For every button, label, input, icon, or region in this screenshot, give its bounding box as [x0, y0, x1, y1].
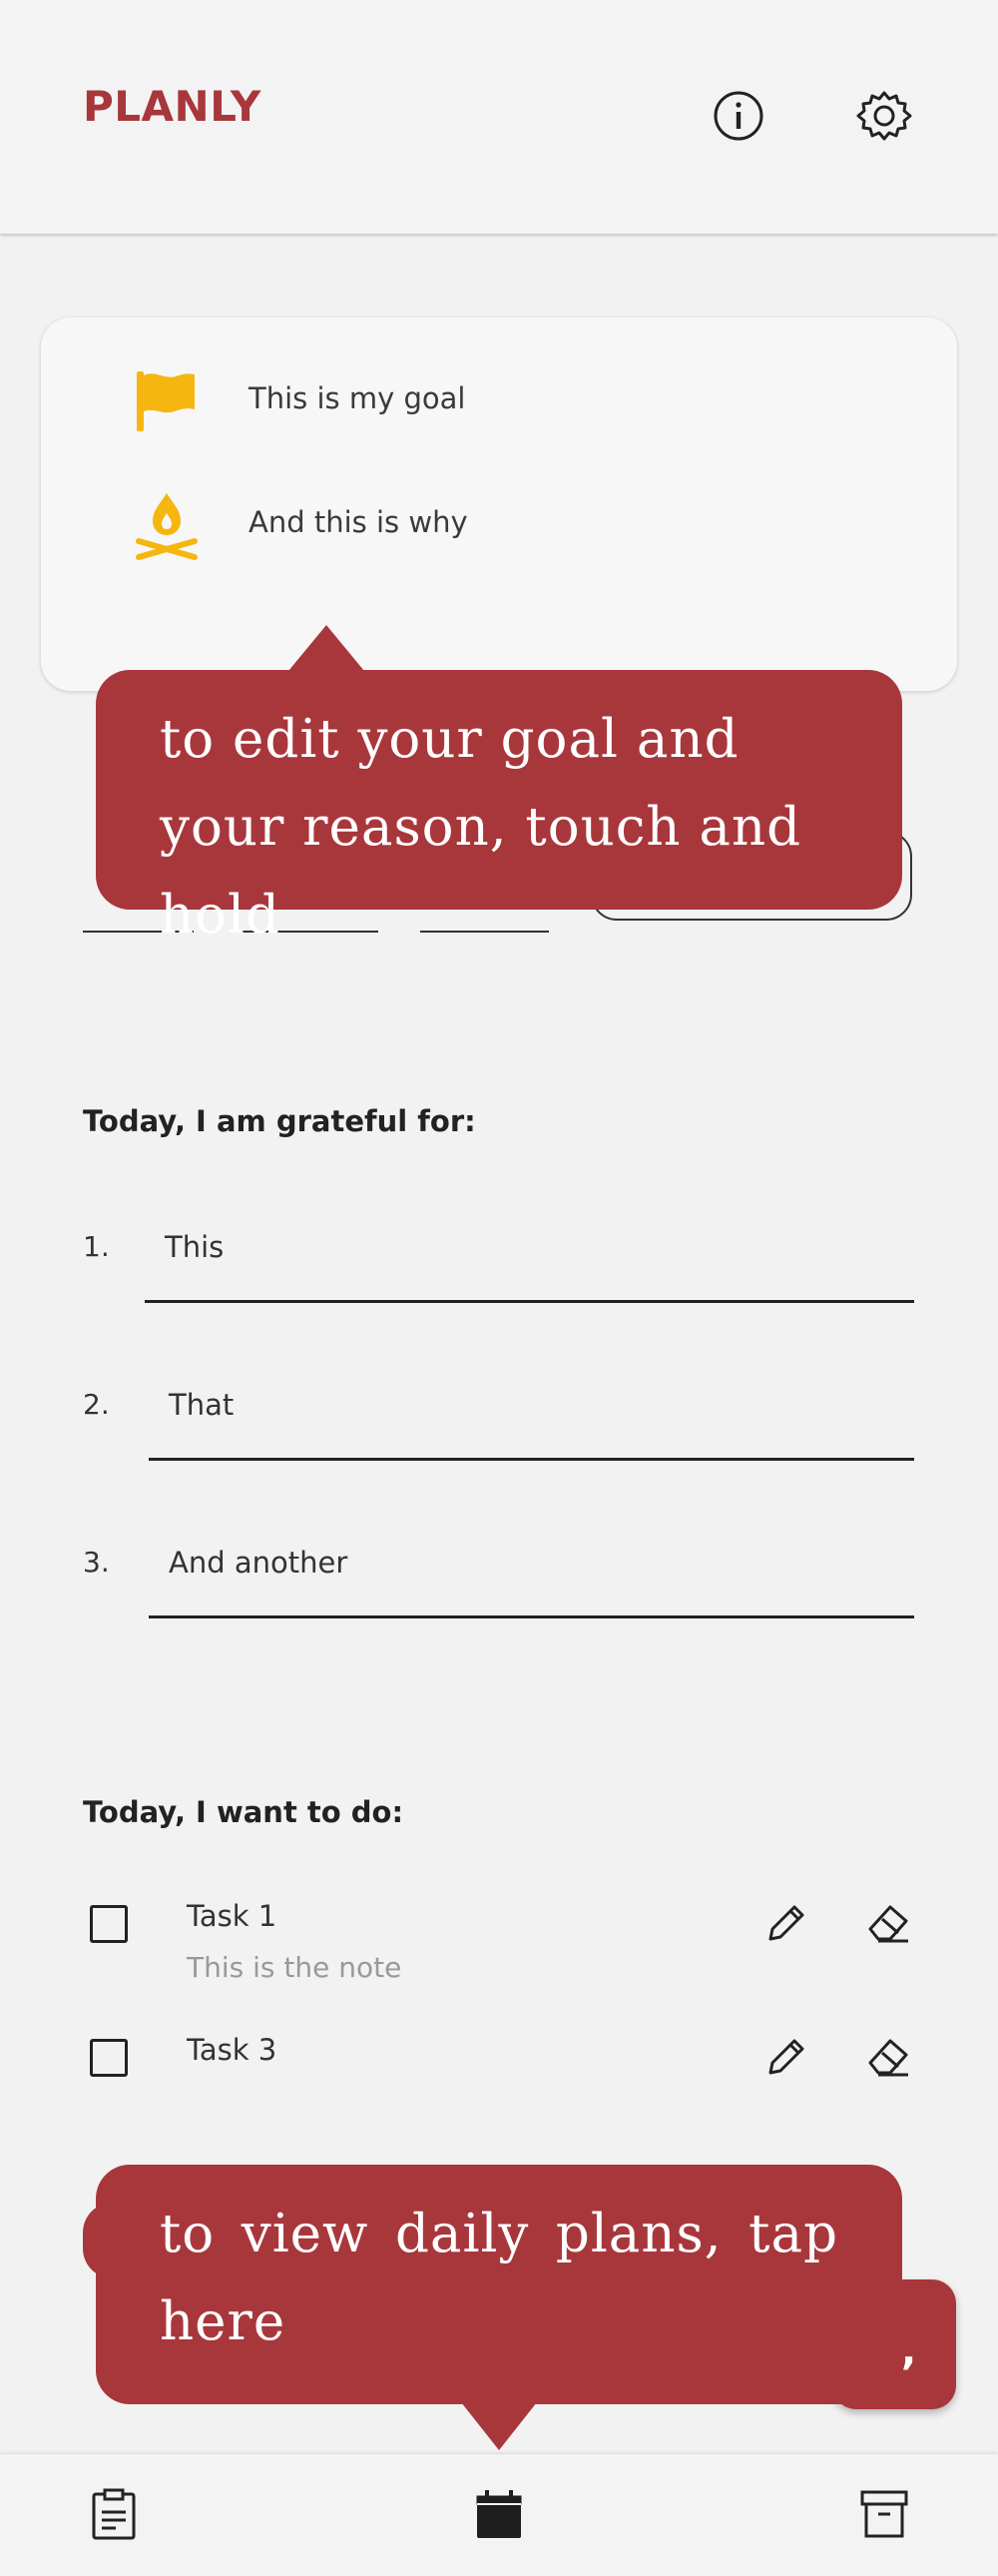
app-title: PLANLY	[83, 82, 261, 131]
eraser-icon[interactable]	[864, 2033, 912, 2081]
info-icon[interactable]	[707, 84, 770, 148]
calendar-icon[interactable]	[469, 2484, 529, 2544]
app-bar: PLANLY	[0, 0, 998, 234]
fab-glyph: ,	[901, 2328, 917, 2374]
item-number: 3.	[83, 1546, 110, 1579]
goal-hint-tooltip[interactable]: to edit your goal and your reason, touch…	[96, 670, 902, 946]
gratitude-input[interactable]: And another	[169, 1546, 347, 1580]
eraser-icon[interactable]	[864, 1899, 912, 1947]
tooltip-arrow	[288, 625, 364, 671]
archive-icon[interactable]	[854, 2484, 914, 2544]
clipboard-icon[interactable]	[84, 2484, 144, 2544]
reason-row: And this is why	[41, 481, 957, 571]
bottom-nav	[0, 2454, 998, 2576]
item-number: 1.	[83, 1230, 110, 1263]
gratitude-item[interactable]: 1. This	[0, 1230, 998, 1350]
task-note: This is the note	[187, 1951, 402, 1984]
tooltip-arrow	[461, 2402, 537, 2450]
pencil-icon[interactable]	[762, 2033, 810, 2081]
goal-card[interactable]: This is my goal And this is why	[41, 318, 957, 691]
gratitude-title: Today, I am grateful for:	[83, 1104, 476, 1138]
goal-row: This is my goal	[41, 357, 957, 447]
goal-text: This is my goal	[249, 381, 466, 415]
gratitude-item[interactable]: 2. That	[0, 1388, 998, 1508]
gratitude-input[interactable]: This	[165, 1230, 224, 1264]
gratitude-item[interactable]: 3. And another	[0, 1546, 998, 1665]
tooltip-text: to view daily plans, tap here	[160, 2204, 838, 2352]
input-underline	[149, 1615, 914, 1618]
task-title: Task 1	[187, 1899, 277, 1933]
todo-title: Today, I want to do:	[83, 1795, 404, 1829]
input-underline	[149, 1458, 914, 1461]
task-title: Task 3	[187, 2033, 277, 2067]
campfire-icon	[131, 489, 203, 561]
gear-icon[interactable]	[852, 84, 916, 148]
flag-icon	[131, 365, 203, 437]
input-underline	[145, 1300, 914, 1303]
task-checkbox[interactable]	[90, 2039, 128, 2077]
reason-text: And this is why	[249, 505, 468, 539]
plans-hint-tooltip[interactable]: to view daily plans, tap here	[96, 2165, 902, 2404]
gratitude-input[interactable]: That	[169, 1388, 234, 1422]
pencil-icon[interactable]	[762, 1899, 810, 1947]
date-underline	[420, 931, 549, 933]
item-number: 2.	[83, 1388, 110, 1421]
task-checkbox[interactable]	[90, 1905, 128, 1943]
